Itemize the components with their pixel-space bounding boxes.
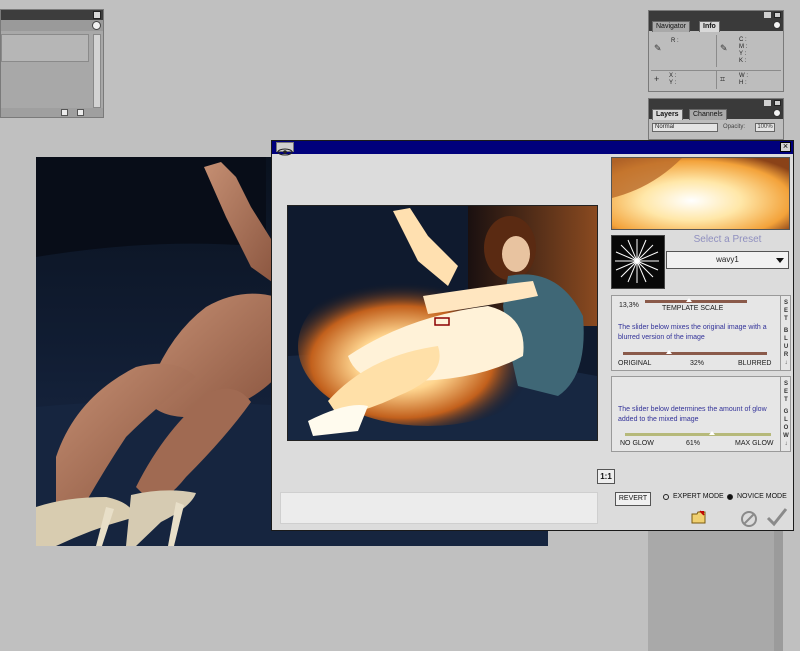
close-icon[interactable] [774,12,781,18]
preset-select[interactable]: wavy1 [666,251,789,269]
arrow-down-icon: ↓ [784,441,788,447]
layers-palette: Layers Channels Normal Opacity: 100% [648,98,784,140]
info-palette-titlebar[interactable] [649,11,783,19]
palette-menu-arrow-icon[interactable] [92,21,101,30]
novice-mode-radio[interactable] [727,494,733,500]
template-scale-label: TEMPLATE SCALE [662,305,724,312]
selection-size-icon: ⌗ [720,74,726,84]
expert-mode-radio[interactable] [663,494,669,500]
cmyk-readout: C : M : Y : K : [739,37,748,64]
glow-left-label: NO GLOW [620,440,654,447]
preset-value: wavy1 [716,255,739,264]
template-scale-value: 13,3% [619,302,639,309]
revert-button[interactable]: REVERT [615,492,651,506]
preset-thumbnail-icon[interactable] [611,235,665,289]
divider [716,71,717,89]
trash-icon[interactable] [77,109,84,116]
palette-menu-arrow-icon[interactable] [773,109,781,117]
folder-icon[interactable] [691,510,707,524]
blur-right-label: BLURRED [738,360,772,367]
chevron-down-icon [776,258,784,263]
effect-preview[interactable] [287,205,598,441]
opacity-label: Opacity: [723,124,746,130]
tab-navigator[interactable]: Navigator [652,21,690,32]
close-icon[interactable] [774,100,781,106]
palette-footer [1,108,103,117]
preset-label: Select a Preset [693,234,762,245]
expert-mode-label: EXPERT MODE [673,493,724,500]
arrow-down-icon: ↓ [784,360,788,366]
set-glow-button[interactable]: S E T G L O W ↓ [781,376,791,452]
close-icon[interactable] [93,11,101,19]
opacity-field[interactable]: 100% [755,123,775,132]
glow-right-label: MAX GLOW [735,440,774,447]
blur-panel: 13,3% TEMPLATE SCALE The slider below mi… [611,295,781,371]
starburst-icon [615,239,659,283]
palette-scrollbar[interactable] [93,34,101,108]
eyedropper-icon: ✎ [654,43,662,53]
tab-info[interactable]: Info [699,21,720,32]
close-button[interactable]: × [780,142,791,152]
glow-slider[interactable] [625,433,771,436]
layers-palette-titlebar[interactable] [649,99,783,107]
eye-logo-icon [276,142,294,156]
minimize-icon[interactable] [764,100,771,106]
dialog-titlebar[interactable] [272,141,793,154]
novice-mode-label: NOVICE MODE [737,493,787,500]
glow-value: 61% [686,440,701,447]
rgb-readout: R : [671,38,679,44]
tab-channels[interactable]: Channels [689,109,727,120]
actual-size-button[interactable]: 1:1 [597,469,615,484]
wh-readout: W : H : [739,73,748,86]
minimize-icon[interactable] [764,12,771,18]
scrollbar[interactable] [774,525,783,651]
blur-left-label: ORIGINAL [618,360,652,367]
glow-filter-dialog: × Select a Preset wavy1 13,3% TEMPLATE S… [271,140,794,531]
glow-panel: The slider below determines the amount o… [611,376,781,452]
blur-slider[interactable] [623,352,767,355]
blur-description: The slider below mixes the original imag… [618,324,767,341]
palette-strip [648,525,774,651]
template-scale-slider[interactable] [645,300,747,303]
palette-titlebar[interactable] [1,10,103,20]
checkmark-icon[interactable] [766,507,788,527]
template-scale-slider-thumb[interactable] [686,298,692,302]
eyedropper-icon: ✎ [720,43,728,53]
glow-slider-thumb[interactable] [709,431,715,435]
divider [716,35,717,67]
blend-mode-select[interactable]: Normal [652,123,718,132]
thumbnail-preview[interactable] [611,157,790,230]
palette-tab-row [1,20,103,31]
cancel-icon[interactable] [740,510,758,528]
xy-readout: X : Y : [669,73,677,86]
crosshair-icon: + [654,74,660,84]
tab-layers[interactable]: Layers [652,109,683,120]
set-blur-button[interactable]: S E T B L U R ↓ [781,295,791,371]
glow-description: The slider below determines the amount o… [618,406,767,423]
preview-image [288,206,597,440]
new-item-icon[interactable] [61,109,68,116]
blur-value: 32% [690,360,705,367]
message-area [280,492,598,524]
palette-top-left [0,9,104,118]
palette-content-area [1,34,89,62]
info-palette: Navigator Info ✎ R : ✎ C : M : Y : K : +… [648,10,784,92]
palette-menu-arrow-icon[interactable] [773,21,781,29]
blur-slider-thumb[interactable] [666,350,672,354]
